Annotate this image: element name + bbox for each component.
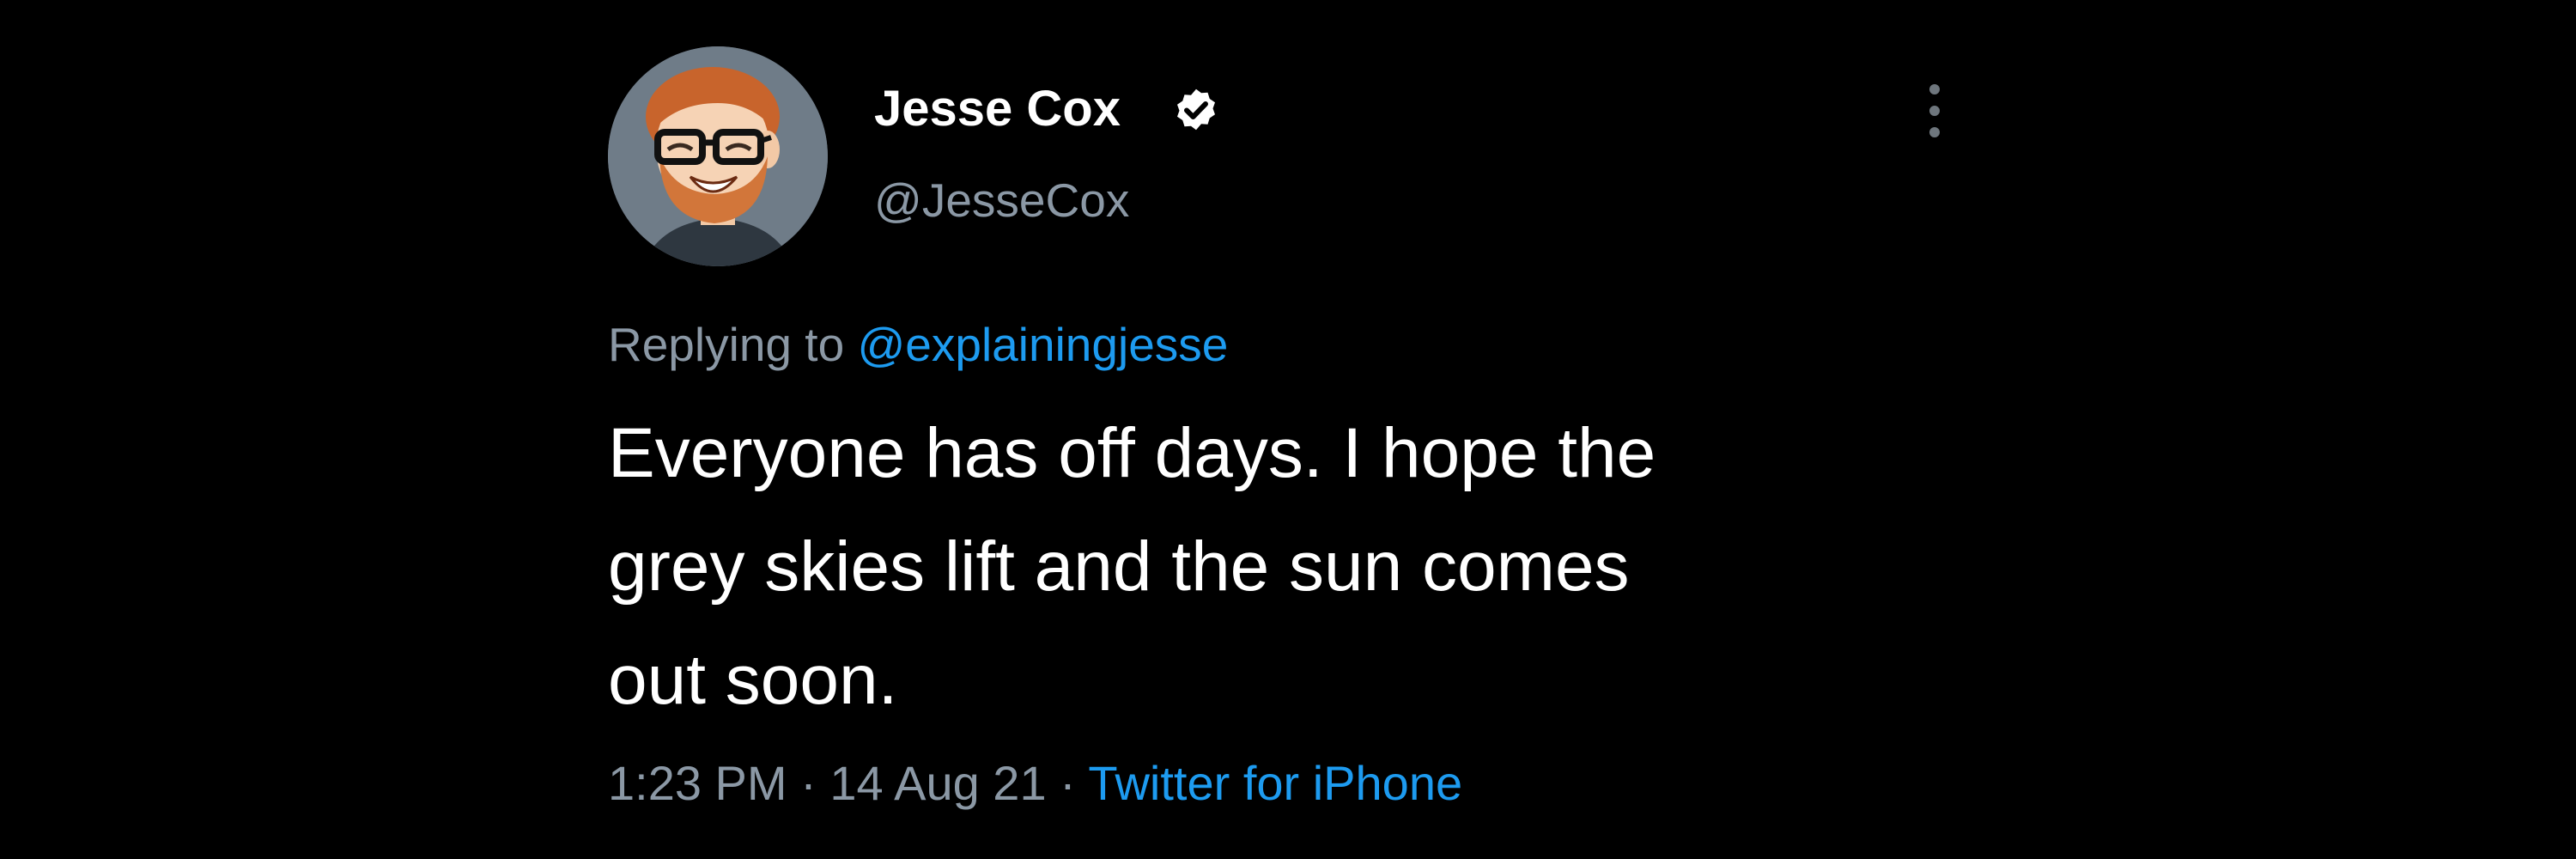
reply-mention-link[interactable]: @explainingjesse: [857, 318, 1228, 371]
meta-separator: ·: [1060, 756, 1076, 810]
tweet-text: Everyone has off days. I hope the grey s…: [608, 397, 1999, 737]
vertical-ellipsis-icon[interactable]: [1917, 79, 1953, 143]
cartoon-avatar-icon: [608, 46, 828, 266]
avatar[interactable]: [608, 46, 828, 266]
reply-prefix: Replying to: [608, 318, 845, 371]
meta-separator: ·: [800, 756, 817, 810]
tweet-meta: 1:23 PM · 14 Aug 21 · Twitter for iPhone: [608, 759, 1462, 807]
tweet-source-link[interactable]: Twitter for iPhone: [1088, 756, 1462, 810]
tweet-text-line: grey skies lift and the sun comes: [608, 527, 1630, 606]
author-handle[interactable]: @JesseCox: [874, 177, 1129, 224]
reply-context: Replying to @explainingjesse: [608, 321, 1228, 369]
tweet-card: Jesse Cox @JesseCox Replying to @explain…: [0, 0, 2576, 859]
verified-badge-icon: [1177, 88, 1215, 131]
author-display-name[interactable]: Jesse Cox: [874, 84, 1121, 134]
tweet-date[interactable]: 14 Aug 21: [829, 756, 1046, 810]
tweet-text-line: out soon.: [608, 641, 898, 719]
tweet-time[interactable]: 1:23 PM: [608, 756, 787, 810]
tweet-text-line: Everyone has off days. I hope the: [608, 414, 1656, 492]
